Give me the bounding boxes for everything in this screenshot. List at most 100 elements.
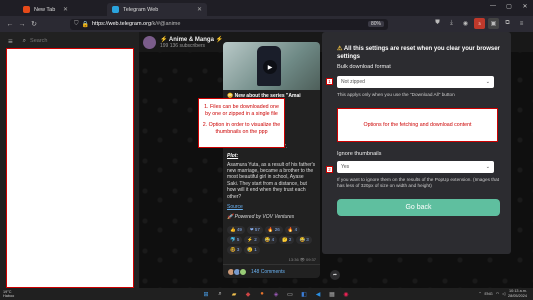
source-link[interactable]: Source [227, 204, 316, 210]
start-icon[interactable]: ⊞ [201, 289, 211, 299]
comments-button[interactable]: 148 Comments [223, 264, 320, 278]
clock-time: 10:13 a.m. [509, 289, 527, 293]
annotation-tag: 2 [326, 166, 333, 173]
hamburger-menu-icon[interactable]: ≡ [8, 37, 13, 46]
close-icon[interactable]: ✕ [197, 6, 202, 13]
go-back-button[interactable]: Go back [337, 199, 500, 216]
reaction-chip[interactable]: 😂 3 [296, 235, 312, 244]
firefox-icon[interactable]: ● [257, 289, 267, 299]
avatar [239, 267, 247, 276]
post-time: 13:36 👁 09:37 [288, 257, 316, 262]
channel-post: ▶ 😳 New about the series "Amai Seikatsu"… [223, 42, 320, 278]
plot-label: Plot: [227, 153, 239, 160]
annotation-options-box: Options for the fetching and download co… [337, 108, 498, 142]
reset-warning: ⚠ All this settings are reset when you c… [337, 46, 503, 61]
language-indicator[interactable]: ENG [485, 292, 493, 296]
powered-by: 🚀 Powered by VOV Ventures [227, 214, 295, 221]
extension-icon[interactable]: ▣ [488, 18, 499, 29]
back-icon[interactable]: ← [4, 18, 16, 30]
search-icon[interactable]: ⌕ [215, 289, 225, 299]
comments-label: 148 Comments [251, 268, 285, 275]
tab-label: Telegram Web [123, 6, 159, 13]
tab-label: New Tab [34, 6, 56, 13]
firefox-icon [23, 6, 30, 13]
extension-popup: ⚠ All this settings are reset when you c… [322, 32, 511, 254]
reaction-chip[interactable]: 👍 49 [227, 225, 245, 234]
reaction-chip[interactable]: 😢 1 [244, 245, 260, 254]
commenter-avatars [227, 267, 247, 276]
avatar[interactable] [143, 35, 156, 49]
ignore-thumbnails-hint: If you want to ignore them on the result… [337, 177, 500, 188]
reaction-chip[interactable]: ⚡ 2 [244, 235, 260, 244]
system-tray: ⌃ ENG ◠ ◁ 10:13 a.m. 28/05/2024 [478, 289, 527, 298]
terminal-icon[interactable]: ▭ [285, 289, 295, 299]
forward-icon[interactable]: → [16, 18, 28, 30]
chevron-up-icon[interactable]: ⌃ [478, 291, 481, 296]
chat-list-panel: ≡ ⌕ Search [0, 32, 139, 288]
reactions: 👍 49 ❤ 57 🔥 26 🔥 4 🐬 5 ⚡ 2 😂 4 🤔 2 😂 3 🤓… [223, 224, 320, 256]
bulk-format-label: Bulk download format [337, 64, 391, 70]
shield-icon[interactable]: ⛉ [74, 21, 79, 28]
search-input[interactable]: Search [30, 38, 47, 44]
volume-icon[interactable]: ◁ [502, 291, 505, 296]
search-icon: ⌕ [22, 37, 27, 44]
reload-icon[interactable]: ↻ [28, 18, 40, 30]
weather-desc: Haboo [3, 294, 15, 298]
tab-telegram-web[interactable]: Telegram Web ✕ [107, 3, 207, 16]
app-icon[interactable]: ◈ [271, 289, 281, 299]
plot-text: Asamura Yuta, as a result of his father'… [227, 161, 316, 200]
warning-text: All this settings are reset when you cle… [337, 46, 500, 60]
app-icon[interactable]: ▦ [327, 289, 337, 299]
bulk-format-hint: This applys only when you use the "Downl… [337, 92, 455, 97]
close-icon[interactable]: ✕ [63, 6, 68, 13]
reaction-chip[interactable]: 😂 4 [261, 235, 278, 244]
reaction-chip[interactable]: 🤓 3 [227, 245, 243, 254]
note-line: 1. Files can be downloaded one by one or… [204, 104, 279, 117]
app-icon[interactable]: ◧ [299, 289, 309, 299]
maximize-button[interactable]: ▢ [501, 0, 517, 12]
tab-new-tab[interactable]: New Tab ✕ [18, 3, 73, 16]
browser-tab-strip: New Tab ✕ Telegram Web ✕ — ▢ ✕ [0, 0, 533, 16]
clock-date: 28/05/2024 [507, 293, 527, 298]
app-icon[interactable]: ◆ [243, 289, 253, 299]
share-icon[interactable]: ➦ [330, 270, 340, 280]
window-controls: — ▢ ✕ [485, 0, 533, 12]
bulk-format-select[interactable]: Not zipped ⌄ [337, 76, 494, 88]
vscode-icon[interactable]: ◀ [313, 289, 323, 299]
reaction-chip[interactable]: ❤ 57 [246, 225, 263, 234]
minimize-button[interactable]: — [485, 0, 501, 12]
reaction-chip[interactable]: 🐬 5 [227, 235, 243, 244]
windows-taskbar: 19°C Haboo ⊞ ⌕ ▰ ◆ ● ◈ ▭ ◧ ◀ ▦ ◉ ⌃ ENG ◠… [0, 288, 533, 300]
toolbar-icons: ⛊ ⤓ ◉ 3 ▣ ⧉ ≡ [432, 18, 527, 29]
close-window-button[interactable]: ✕ [517, 0, 533, 12]
annotation-note: 1. Files can be downloaded one by one or… [198, 98, 285, 148]
chevron-down-icon: ⌄ [485, 164, 490, 170]
clock[interactable]: 10:13 a.m. 28/05/2024 [508, 289, 527, 298]
app-icon[interactable]: ◉ [341, 289, 351, 299]
ublock-icon[interactable]: 3 [474, 18, 485, 29]
lock-icon[interactable]: 🔒 [82, 21, 89, 28]
pocket-icon[interactable]: ⛊ [432, 18, 443, 29]
weather-widget[interactable]: 19°C Haboo [3, 290, 14, 298]
select-value: Yes [341, 164, 350, 170]
select-value: Not zipped [341, 79, 365, 85]
url-host: https://web.telegram.org [92, 21, 152, 27]
wifi-icon[interactable]: ◠ [496, 291, 499, 296]
reaction-chip[interactable]: 🤔 2 [279, 235, 295, 244]
zoom-indicator[interactable]: 80% [367, 21, 384, 27]
browser-navbar: ← → ↻ ⛉ 🔒 https://web.telegram.org /k/#@… [0, 16, 533, 32]
telegram-icon [112, 6, 119, 13]
url-bar[interactable]: ⛉ 🔒 https://web.telegram.org /k/#@anime … [70, 18, 388, 30]
ignore-thumbnails-select[interactable]: Yes ⌄ [337, 161, 494, 173]
post-video[interactable]: ▶ [223, 42, 320, 90]
extensions-menu-icon[interactable]: ⧉ [502, 18, 513, 29]
channel-title: ⚡ Anime & Manga ⚡ [160, 36, 224, 43]
ignore-thumbnails-label: Ignore thumbnails [337, 151, 382, 157]
downloads-icon[interactable]: ⤓ [446, 18, 457, 29]
reaction-chip[interactable]: 🔥 4 [284, 225, 301, 234]
file-explorer-icon[interactable]: ▰ [229, 289, 239, 299]
account-icon[interactable]: ◉ [460, 18, 471, 29]
play-icon[interactable]: ▶ [263, 60, 277, 74]
reaction-chip[interactable]: 🔥 26 [264, 225, 283, 234]
menu-icon[interactable]: ≡ [516, 18, 527, 29]
